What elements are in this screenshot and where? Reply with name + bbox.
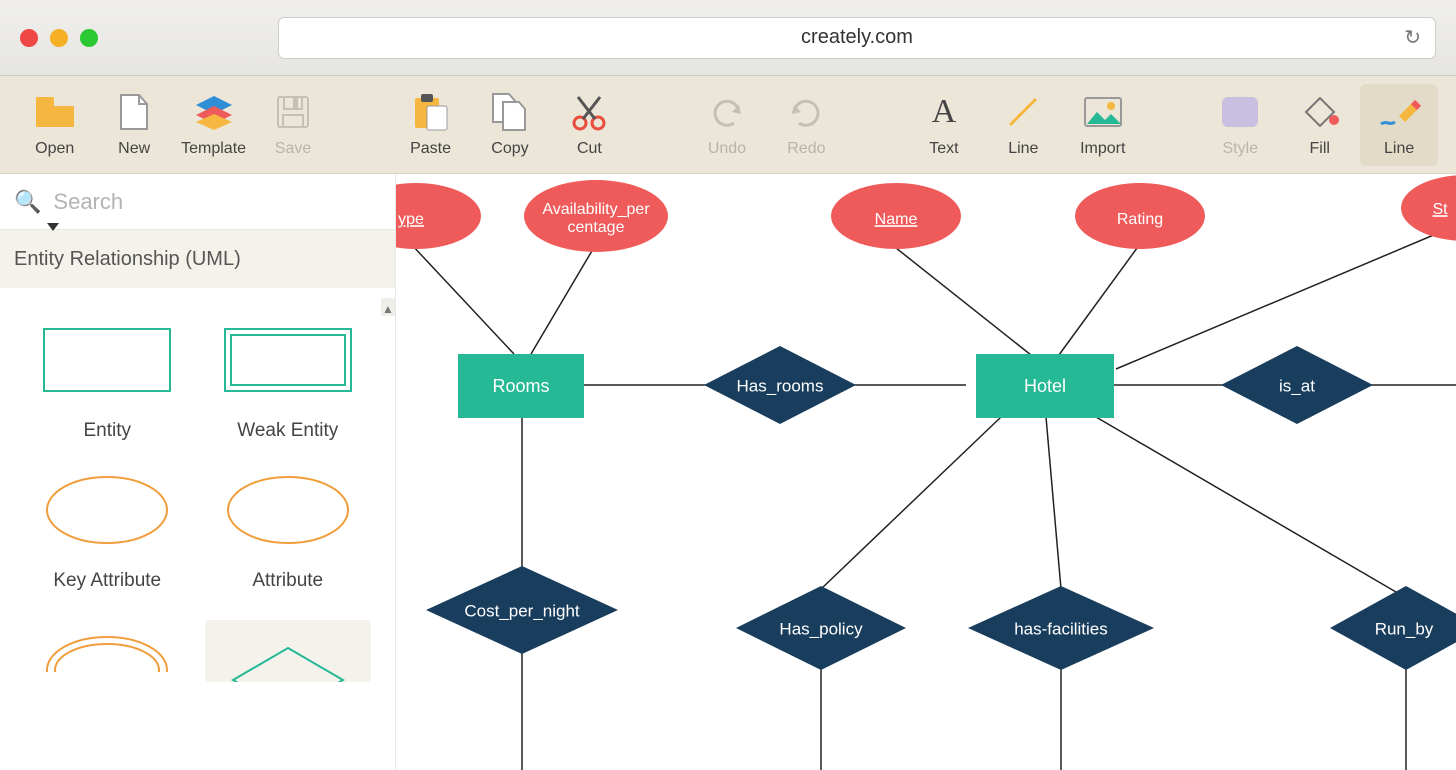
svg-text:centage: centage [568,219,625,236]
attr-rating[interactable]: Rating [1075,183,1205,249]
relationship-shape-icon [218,630,358,682]
style-button[interactable]: Style [1202,84,1279,166]
save-button[interactable]: Save [254,84,331,166]
line-style-button[interactable]: Line [1360,84,1437,166]
pencil-line-icon [1377,92,1421,132]
svg-text:Cost_per_night: Cost_per_night [464,601,580,620]
shape-weak-entity[interactable]: Weak Entity [205,320,372,442]
text-tool-button[interactable]: A Text [905,84,982,166]
svg-text:St: St [1432,201,1448,218]
cut-button[interactable]: Cut [551,84,628,166]
svg-text:has-facilities: has-facilities [1014,619,1108,638]
layers-icon [194,92,234,132]
line-tool-button[interactable]: Line [985,84,1062,166]
search-icon[interactable]: 🔍 [14,189,41,215]
text-icon: A [932,92,957,132]
refresh-icon[interactable]: ↻ [1404,25,1421,50]
attr-name[interactable]: Name [831,183,961,249]
entity-rooms[interactable]: Rooms [458,354,584,418]
save-icon [276,92,310,132]
svg-text:Name: Name [875,211,918,228]
entity-hotel[interactable]: Hotel [976,354,1114,418]
svg-text:Availability_per: Availability_per [542,201,650,218]
rel-is-at[interactable]: is_at [1221,346,1373,424]
new-button[interactable]: New [95,84,172,166]
search-input[interactable] [53,189,381,215]
image-icon [1083,92,1123,132]
dropdown-handle-icon[interactable] [47,223,59,231]
address-bar[interactable]: creately.com ↻ [278,17,1436,59]
scrollbar[interactable]: ▲ [381,298,395,316]
svg-text:Run_by: Run_by [1375,619,1434,638]
template-button[interactable]: Template [175,84,252,166]
line-icon [1006,92,1040,132]
redo-icon [788,92,824,132]
svg-text:Has_policy: Has_policy [779,619,863,638]
paste-button[interactable]: Paste [392,84,469,166]
open-button[interactable]: Open [16,84,93,166]
window-controls [20,29,98,47]
import-button[interactable]: Import [1064,84,1141,166]
shapes-panel: 🔍 Entity Relationship (UML) ▲ Entity Wea… [0,174,396,770]
rel-run-by[interactable]: Run_by [1330,586,1456,670]
folder-icon [34,92,76,132]
close-window-button[interactable] [20,29,38,47]
key-attribute-shape-icon [37,470,177,550]
copy-button[interactable]: Copy [471,84,548,166]
svg-text:Hotel: Hotel [1024,376,1066,396]
rel-has-policy[interactable]: Has_policy [736,586,906,670]
shape-key-attribute[interactable]: Key Attribute [24,470,191,592]
redo-button[interactable]: Redo [768,84,845,166]
browser-titlebar: creately.com ↻ [0,0,1456,76]
shape-attribute[interactable]: Attribute [205,470,372,592]
attr-st[interactable]: St [1401,175,1456,241]
maximize-window-button[interactable] [80,29,98,47]
scissors-icon [570,92,608,132]
new-file-icon [119,92,149,132]
search-row: 🔍 [0,174,395,230]
attr-availability[interactable]: Availability_per centage [524,180,668,252]
panel-title[interactable]: Entity Relationship (UML) [0,230,395,288]
shape-relationship[interactable] [205,620,372,682]
minimize-window-button[interactable] [50,29,68,47]
svg-text:is_at: is_at [1279,376,1315,395]
svg-text:ype: ype [398,211,424,228]
address-bar-url: creately.com [801,26,913,49]
scroll-up-icon: ▲ [382,302,394,316]
multivalued-attribute-shape-icon [37,620,177,672]
rel-cost-per-night[interactable]: Cost_per_night [426,566,618,654]
entity-shape-icon [37,320,177,400]
svg-text:Rooms: Rooms [492,376,549,396]
attribute-shape-icon [218,470,358,550]
svg-text:Rating: Rating [1117,211,1163,228]
rel-has-rooms[interactable]: Has_rooms [704,346,856,424]
svg-text:Has_rooms: Has_rooms [737,376,824,395]
rel-has-facilities[interactable]: has-facilities [968,586,1154,670]
weak-entity-shape-icon [218,320,358,400]
diagram-canvas[interactable]: ype Availability_per centage Name Rating… [396,174,1456,770]
main-toolbar: Open New Template Save Paste Copy C [0,76,1456,174]
shape-entity[interactable]: Entity [24,320,191,442]
undo-icon [709,92,745,132]
undo-button[interactable]: Undo [688,84,765,166]
shape-multivalued-attribute[interactable] [24,620,191,682]
copy-icon [491,92,529,132]
attr-type[interactable]: ype [396,183,481,249]
paste-icon [413,92,449,132]
paint-bucket-icon [1300,92,1340,132]
style-swatch-icon [1220,92,1260,132]
fill-button[interactable]: Fill [1281,84,1358,166]
